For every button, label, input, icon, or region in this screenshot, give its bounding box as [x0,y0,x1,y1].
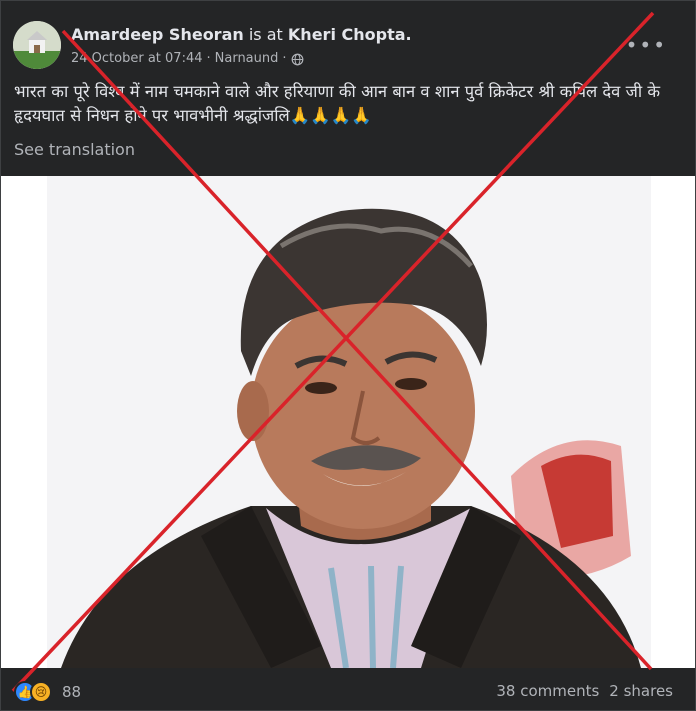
author-name[interactable]: Amardeep Sheoran [71,25,244,44]
place-link[interactable]: Kheri Chopta. [288,25,412,44]
dot-separator: · [282,51,287,66]
post-caption: भारत का पूरे विश्व में नाम चमकाने वाले औ… [14,82,661,125]
is-at-text: is at [248,25,283,44]
shares-count[interactable]: 2 shares [609,682,673,700]
post-footer: 👍 😢 88 38 comments 2 shares [14,679,673,707]
post-photo[interactable] [1,176,695,668]
engagement-stats: 38 comments 2 shares [496,682,673,700]
dot-separator: · [206,51,211,66]
sad-reaction-icon: 😢 [30,681,52,703]
comments-count[interactable]: 38 comments [496,682,599,700]
ellipsis-icon[interactable]: ••• [626,35,667,55]
portrait-image [1,176,695,668]
reaction-count[interactable]: 88 [62,683,81,701]
facebook-post: Amardeep Sheoran is at Kheri Chopta. 24 … [0,0,696,711]
post-location[interactable]: Narnaund [215,50,279,68]
author-line: Amardeep Sheoran is at Kheri Chopta. [71,25,412,45]
author-avatar[interactable] [13,21,61,69]
globe-icon[interactable] [291,53,304,66]
see-translation-link[interactable]: See translation [14,140,135,159]
post-subline: 24 October at 07:44 · Narnaund · [71,50,412,68]
post-date[interactable]: 24 October at 07:44 [71,50,203,68]
avatar-image [13,21,61,69]
post-header: Amardeep Sheoran is at Kheri Chopta. 24 … [13,21,683,69]
post-meta: Amardeep Sheoran is at Kheri Chopta. 24 … [71,25,412,68]
reactions-summary[interactable]: 👍 😢 88 [14,681,81,703]
